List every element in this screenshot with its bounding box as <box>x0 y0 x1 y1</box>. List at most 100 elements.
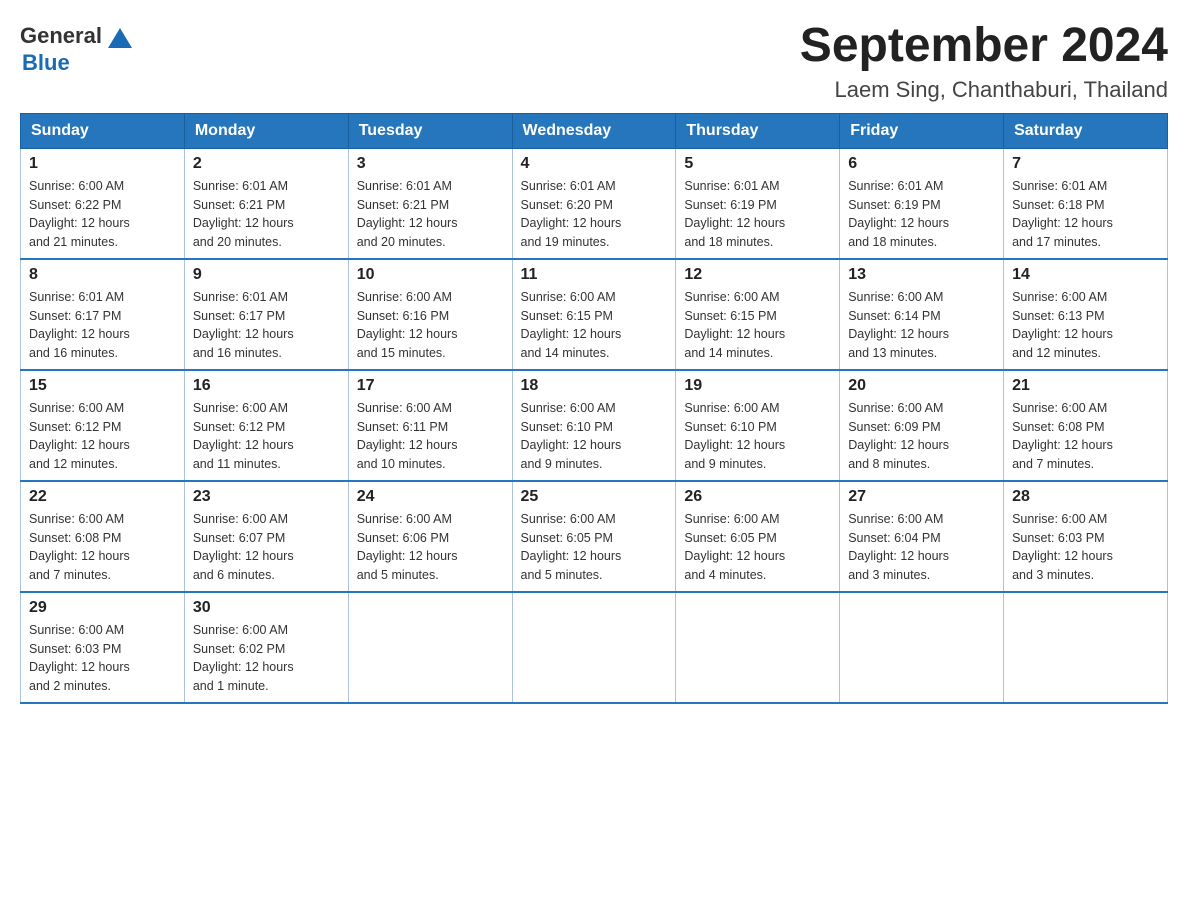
calendar-subtitle: Laem Sing, Chanthaburi, Thailand <box>800 77 1168 103</box>
day-info: Sunrise: 6:00 AMSunset: 6:14 PMDaylight:… <box>848 288 995 363</box>
day-info: Sunrise: 6:01 AMSunset: 6:21 PMDaylight:… <box>193 177 340 252</box>
day-info: Sunrise: 6:00 AMSunset: 6:12 PMDaylight:… <box>29 399 176 474</box>
calendar-cell: 2Sunrise: 6:01 AMSunset: 6:21 PMDaylight… <box>184 148 348 259</box>
day-info: Sunrise: 6:00 AMSunset: 6:05 PMDaylight:… <box>684 510 831 585</box>
day-info: Sunrise: 6:00 AMSunset: 6:08 PMDaylight:… <box>29 510 176 585</box>
calendar-cell: 22 Sunrise: 6:00 AMSunset: 6:08 PMDayligh… <box>21 481 185 592</box>
day-number: 10 <box>357 266 504 284</box>
day-number: 27 <box>848 488 995 506</box>
day-info: Sunrise: 6:01 AMSunset: 6:18 PMDaylight:… <box>1012 177 1159 252</box>
calendar-week-row: 29Sunrise: 6:00 AMSunset: 6:03 PMDayligh… <box>21 592 1168 703</box>
calendar-cell: 23 Sunrise: 6:00 AMSunset: 6:07 PMDayligh… <box>184 481 348 592</box>
calendar-cell <box>840 592 1004 703</box>
day-number: 18 <box>521 377 668 395</box>
calendar-cell: 18 Sunrise: 6:00 AMSunset: 6:10 PMDayligh… <box>512 370 676 481</box>
day-number: 15 <box>29 377 176 395</box>
day-info: Sunrise: 6:01 AMSunset: 6:17 PMDaylight:… <box>193 288 340 363</box>
calendar-cell: 14Sunrise: 6:00 AMSunset: 6:13 PMDayligh… <box>1004 259 1168 370</box>
day-info: Sunrise: 6:00 AMSunset: 6:04 PMDaylight:… <box>848 510 995 585</box>
day-number: 25 <box>521 488 668 506</box>
title-block: September 2024 Laem Sing, Chanthaburi, T… <box>800 20 1168 103</box>
calendar-cell: 17 Sunrise: 6:00 AMSunset: 6:11 PMDayligh… <box>348 370 512 481</box>
day-number: 30 <box>193 599 340 617</box>
calendar-cell <box>676 592 840 703</box>
day-number: 23 <box>193 488 340 506</box>
calendar-cell: 30Sunrise: 6:00 AMSunset: 6:02 PMDayligh… <box>184 592 348 703</box>
calendar-cell: 24Sunrise: 6:00 AMSunset: 6:06 PMDayligh… <box>348 481 512 592</box>
day-number: 1 <box>29 155 176 173</box>
day-number: 5 <box>684 155 831 173</box>
calendar-cell: 19 Sunrise: 6:00 AMSunset: 6:10 PMDayligh… <box>676 370 840 481</box>
day-info: Sunrise: 6:00 AMSunset: 6:03 PMDaylight:… <box>1012 510 1159 585</box>
day-info: Sunrise: 6:00 AMSunset: 6:06 PMDaylight:… <box>357 510 504 585</box>
calendar-table: SundayMondayTuesdayWednesdayThursdayFrid… <box>20 113 1168 704</box>
logo-icon <box>104 20 136 52</box>
day-number: 12 <box>684 266 831 284</box>
logo-general-text: General <box>20 25 102 47</box>
day-number: 19 <box>684 377 831 395</box>
day-info: Sunrise: 6:00 AMSunset: 6:10 PMDaylight:… <box>521 399 668 474</box>
calendar-cell: 29Sunrise: 6:00 AMSunset: 6:03 PMDayligh… <box>21 592 185 703</box>
calendar-cell: 8Sunrise: 6:01 AMSunset: 6:17 PMDaylight… <box>21 259 185 370</box>
day-info: Sunrise: 6:00 AMSunset: 6:15 PMDaylight:… <box>684 288 831 363</box>
calendar-cell: 28Sunrise: 6:00 AMSunset: 6:03 PMDayligh… <box>1004 481 1168 592</box>
calendar-title: September 2024 <box>800 20 1168 73</box>
day-number: 11 <box>521 266 668 284</box>
calendar-cell <box>512 592 676 703</box>
day-number: 26 <box>684 488 831 506</box>
day-info: Sunrise: 6:01 AMSunset: 6:21 PMDaylight:… <box>357 177 504 252</box>
calendar-cell: 10 Sunrise: 6:00 AMSunset: 6:16 PMDayligh… <box>348 259 512 370</box>
calendar-cell: 25 Sunrise: 6:00 AMSunset: 6:05 PMDayligh… <box>512 481 676 592</box>
calendar-cell: 5 Sunrise: 6:01 AMSunset: 6:19 PMDaylight… <box>676 148 840 259</box>
day-info: Sunrise: 6:00 AMSunset: 6:09 PMDaylight:… <box>848 399 995 474</box>
day-info: Sunrise: 6:00 AMSunset: 6:11 PMDaylight:… <box>357 399 504 474</box>
logo: General Blue <box>20 20 136 74</box>
day-number: 6 <box>848 155 995 173</box>
day-info: Sunrise: 6:00 AMSunset: 6:15 PMDaylight:… <box>521 288 668 363</box>
day-info: Sunrise: 6:00 AMSunset: 6:13 PMDaylight:… <box>1012 288 1159 363</box>
day-number: 8 <box>29 266 176 284</box>
weekday-header-thursday: Thursday <box>676 113 840 148</box>
calendar-cell: 4 Sunrise: 6:01 AMSunset: 6:20 PMDaylight… <box>512 148 676 259</box>
calendar-cell <box>1004 592 1168 703</box>
day-info: Sunrise: 6:00 AMSunset: 6:12 PMDaylight:… <box>193 399 340 474</box>
day-info: Sunrise: 6:00 AMSunset: 6:03 PMDaylight:… <box>29 621 176 696</box>
day-info: Sunrise: 6:01 AMSunset: 6:20 PMDaylight:… <box>521 177 668 252</box>
weekday-header-tuesday: Tuesday <box>348 113 512 148</box>
calendar-week-row: 22 Sunrise: 6:00 AMSunset: 6:08 PMDayligh… <box>21 481 1168 592</box>
calendar-cell: 27 Sunrise: 6:00 AMSunset: 6:04 PMDayligh… <box>840 481 1004 592</box>
calendar-cell: 11 Sunrise: 6:00 AMSunset: 6:15 PMDayligh… <box>512 259 676 370</box>
weekday-header-monday: Monday <box>184 113 348 148</box>
weekday-header-sunday: Sunday <box>21 113 185 148</box>
day-info: Sunrise: 6:00 AMSunset: 6:07 PMDaylight:… <box>193 510 340 585</box>
calendar-cell: 6 Sunrise: 6:01 AMSunset: 6:19 PMDaylight… <box>840 148 1004 259</box>
calendar-cell: 16 Sunrise: 6:00 AMSunset: 6:12 PMDayligh… <box>184 370 348 481</box>
calendar-week-row: 8 Sunrise: 6:01 AMSunset: 6:17 PMDaylight… <box>21 259 1168 370</box>
page-header: General Blue September 2024 Laem Sing, C… <box>20 20 1168 103</box>
day-info: Sunrise: 6:00 AMSunset: 6:10 PMDaylight:… <box>684 399 831 474</box>
day-info: Sunrise: 6:00 AMSunset: 6:16 PMDaylight:… <box>357 288 504 363</box>
day-number: 4 <box>521 155 668 173</box>
calendar-cell: 15 Sunrise: 6:00 AMSunset: 6:12 PMDayligh… <box>21 370 185 481</box>
logo-blue-text: Blue <box>22 52 136 74</box>
weekday-header-saturday: Saturday <box>1004 113 1168 148</box>
calendar-cell: 12 Sunrise: 6:00 AMSunset: 6:15 PMDayligh… <box>676 259 840 370</box>
day-info: Sunrise: 6:01 AMSunset: 6:19 PMDaylight:… <box>848 177 995 252</box>
day-info: Sunrise: 6:01 AMSunset: 6:19 PMDaylight:… <box>684 177 831 252</box>
day-number: 17 <box>357 377 504 395</box>
day-info: Sunrise: 6:00 AMSunset: 6:05 PMDaylight:… <box>521 510 668 585</box>
day-number: 7 <box>1012 155 1159 173</box>
day-number: 22 <box>29 488 176 506</box>
weekday-header-wednesday: Wednesday <box>512 113 676 148</box>
calendar-cell: 13Sunrise: 6:00 AMSunset: 6:14 PMDayligh… <box>840 259 1004 370</box>
calendar-week-row: 1 Sunrise: 6:00 AMSunset: 6:22 PMDaylight… <box>21 148 1168 259</box>
calendar-cell: 7 Sunrise: 6:01 AMSunset: 6:18 PMDaylight… <box>1004 148 1168 259</box>
day-number: 20 <box>848 377 995 395</box>
day-number: 16 <box>193 377 340 395</box>
day-number: 21 <box>1012 377 1159 395</box>
day-info: Sunrise: 6:00 AMSunset: 6:08 PMDaylight:… <box>1012 399 1159 474</box>
day-info: Sunrise: 6:00 AMSunset: 6:22 PMDaylight:… <box>29 177 176 252</box>
day-number: 9 <box>193 266 340 284</box>
calendar-cell: 21 Sunrise: 6:00 AMSunset: 6:08 PMDayligh… <box>1004 370 1168 481</box>
calendar-cell: 3Sunrise: 6:01 AMSunset: 6:21 PMDaylight… <box>348 148 512 259</box>
